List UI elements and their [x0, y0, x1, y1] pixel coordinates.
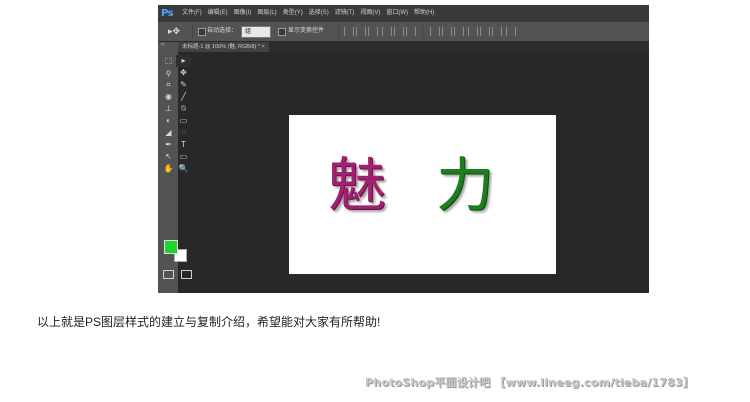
- quick-select-tool-icon[interactable]: ✥: [176, 67, 191, 79]
- menu-filter[interactable]: 滤镜(T): [335, 5, 355, 22]
- marquee-tool-icon[interactable]: ⬚: [161, 55, 176, 67]
- auto-select-label: 自动选择：: [207, 28, 238, 34]
- dodge-tool-icon[interactable]: ◌: [176, 127, 191, 139]
- move-tool-icon[interactable]: ▸: [176, 55, 191, 67]
- gradient-tool-icon[interactable]: ▭: [176, 115, 191, 127]
- distribute-hcenter-icon[interactable]: [480, 27, 490, 36]
- show-transform-label: 显示变换控件: [288, 28, 325, 34]
- options-bar: ▸✥ 自动选择： 组 显示变换控件: [158, 22, 649, 42]
- rectangle-tool-icon[interactable]: ▭: [176, 151, 191, 163]
- document-tab[interactable]: 未标题-1 @ 100% (魅, RGB/8) * ×: [178, 42, 269, 52]
- clone-stamp-tool-icon[interactable]: ⊥: [161, 103, 176, 115]
- align-hcenter-icon[interactable]: [394, 27, 404, 36]
- separator: [338, 25, 339, 38]
- document-tab-bar: 未标题-1 @ 100% (魅, RGB/8) * ×: [178, 42, 649, 52]
- align-right-icon[interactable]: [406, 27, 416, 36]
- auto-select-value: 组: [245, 29, 252, 35]
- foreground-color-swatch[interactable]: [164, 240, 178, 254]
- document-canvas[interactable]: 魅 力: [289, 115, 556, 274]
- eyedropper-tool-icon[interactable]: ✎: [176, 79, 191, 91]
- quick-mask-icon[interactable]: [163, 270, 174, 279]
- align-vcenter-icon[interactable]: [356, 27, 366, 36]
- menu-bar: Ps 文件(F) 编辑(E) 图像(I) 图层(L) 类型(Y) 选择(S) 滤…: [158, 5, 649, 22]
- distribute-vcenter-icon[interactable]: [442, 27, 452, 36]
- auto-align-icon[interactable]: [506, 27, 516, 36]
- document-tab-title: 未标题-1 @ 100% (魅, RGB/8) *: [182, 44, 261, 50]
- menu-edit[interactable]: 编辑(E): [208, 5, 228, 22]
- spot-healing-tool-icon[interactable]: ◉: [161, 91, 176, 103]
- auto-select-checkbox[interactable]: [198, 28, 206, 36]
- menu-file[interactable]: 文件(F): [182, 5, 202, 22]
- menu-items: 文件(F) 编辑(E) 图像(I) 图层(L) 类型(Y) 选择(S) 滤镜(T…: [182, 5, 440, 22]
- collapse-icon[interactable]: «: [161, 42, 164, 48]
- site-watermark: PhotoShop平面设计吧 【www.lineeg.com/tieba/178…: [365, 376, 694, 389]
- brush-tool-icon[interactable]: ╱: [176, 91, 191, 103]
- close-icon[interactable]: ×: [262, 44, 265, 50]
- canvas-text-li: 力: [436, 151, 495, 219]
- history-brush-tool-icon[interactable]: ⍉: [176, 103, 191, 115]
- move-tool-preset-icon[interactable]: ▸✥: [168, 25, 182, 37]
- menu-view[interactable]: 视图(V): [360, 5, 380, 22]
- photoshop-logo: Ps: [161, 8, 174, 19]
- distribute-bottom-icon[interactable]: [454, 27, 464, 36]
- show-transform-checkbox[interactable]: [278, 28, 286, 36]
- align-top-icon[interactable]: [344, 27, 354, 36]
- eraser-tool-icon[interactable]: ◐: [161, 115, 176, 127]
- canvas-text-mei: 魅: [328, 151, 387, 219]
- menu-window[interactable]: 窗口(W): [386, 5, 408, 22]
- separator: [192, 25, 193, 38]
- type-tool-icon[interactable]: T: [176, 139, 191, 151]
- menu-help[interactable]: 帮助(H): [414, 5, 434, 22]
- separator: [422, 25, 423, 38]
- menu-select[interactable]: 选择(S): [309, 5, 329, 22]
- lasso-tool-icon[interactable]: ϙ: [161, 67, 176, 79]
- align-bottom-icon[interactable]: [368, 27, 378, 36]
- hand-tool-icon[interactable]: ✋: [161, 163, 176, 175]
- tool-grid: ⬚ ▸ ϙ ✥ ⌗ ✎ ◉ ╱ ⊥ ⍉ ◐ ▭ ◢ ◌ ✒ T ↖ ▭ ✋ 🔍: [161, 55, 191, 175]
- article-caption: 以上就是PS图层样式的建立与复制介绍，希望能对大家有所帮助!: [37, 315, 381, 329]
- align-left-icon[interactable]: [382, 27, 392, 36]
- distribute-top-icon[interactable]: [430, 27, 440, 36]
- distribute-right-icon[interactable]: [492, 27, 502, 36]
- path-select-tool-icon[interactable]: ↖: [161, 151, 176, 163]
- toolbox: « ⬚ ▸ ϙ ✥ ⌗ ✎ ◉ ╱ ⊥ ⍉ ◐ ▭ ◢ ◌ ✒ T ↖ ▭ ✋ …: [158, 42, 192, 293]
- blur-tool-icon[interactable]: ◢: [161, 127, 176, 139]
- menu-layer[interactable]: 图层(L): [257, 5, 276, 22]
- zoom-tool-icon[interactable]: 🔍: [176, 163, 191, 175]
- menu-image[interactable]: 图像(I): [234, 5, 252, 22]
- menu-type[interactable]: 类型(Y): [283, 5, 303, 22]
- crop-tool-icon[interactable]: ⌗: [161, 79, 176, 91]
- screen-mode-icon[interactable]: [181, 270, 192, 279]
- distribute-left-icon[interactable]: [468, 27, 478, 36]
- auto-select-dropdown[interactable]: 组: [241, 26, 271, 38]
- pen-tool-icon[interactable]: ✒: [161, 139, 176, 151]
